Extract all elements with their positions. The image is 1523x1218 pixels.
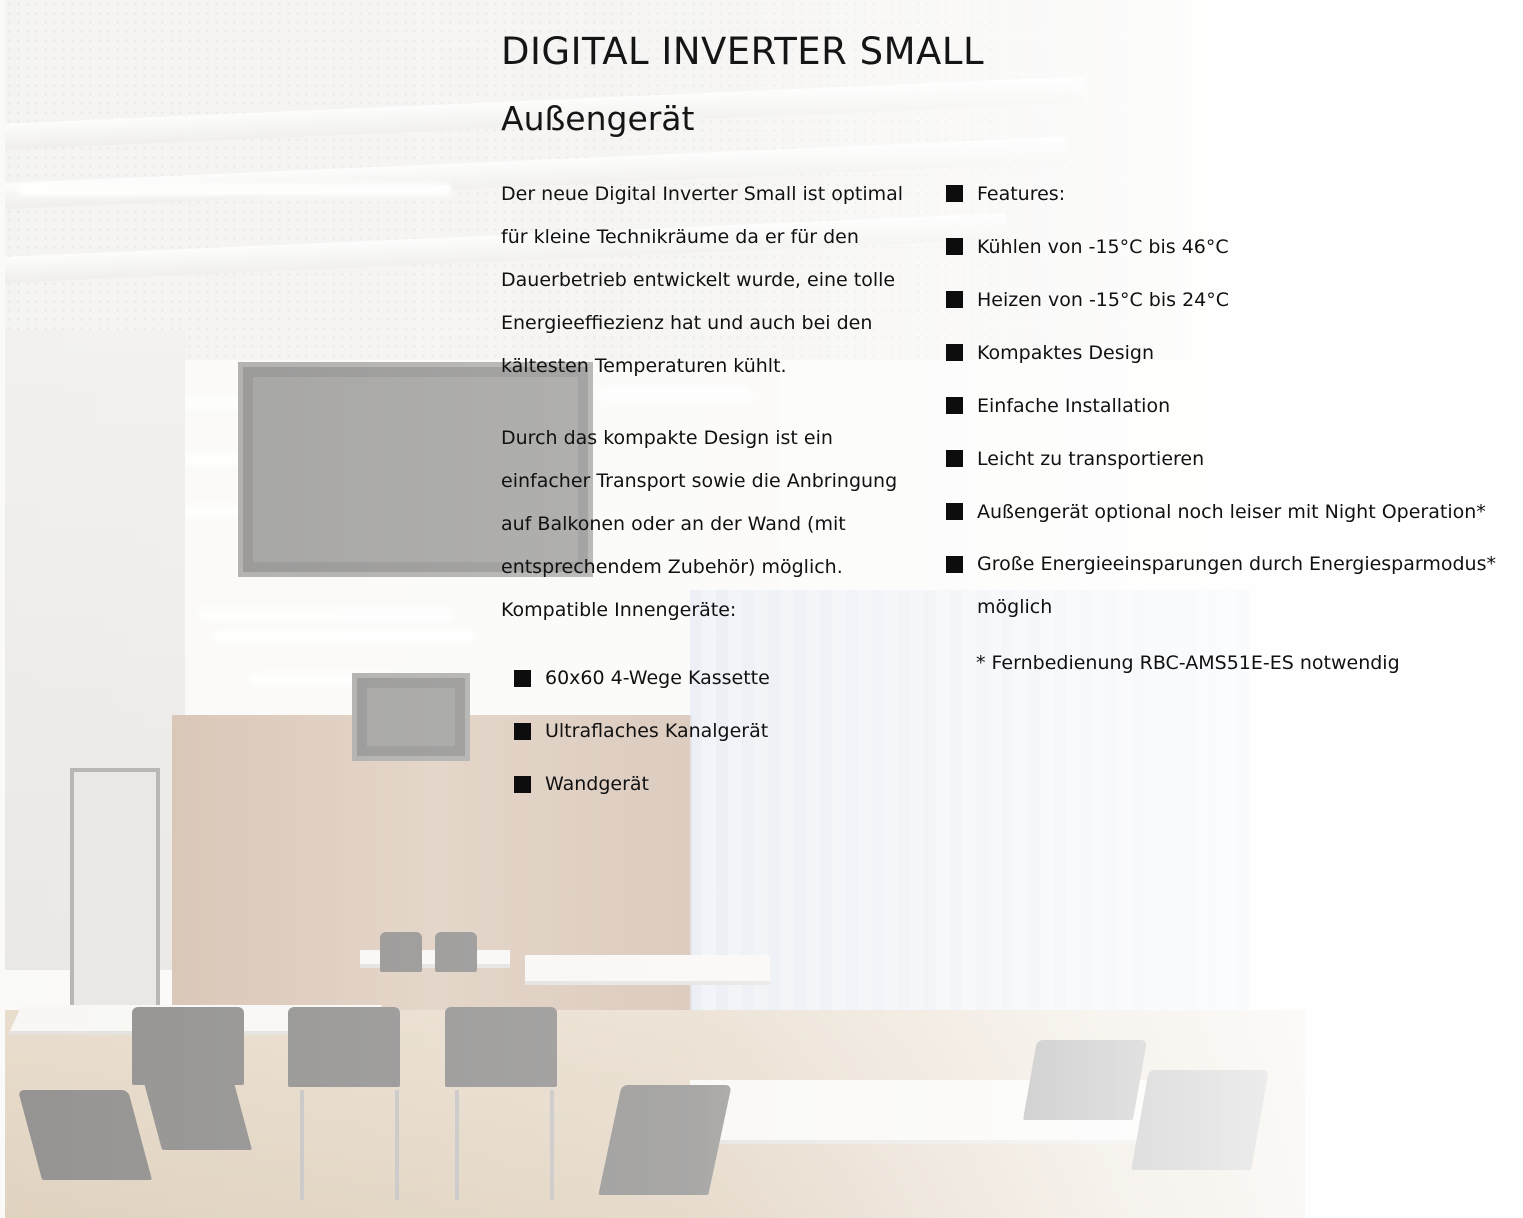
square-bullet-icon bbox=[946, 556, 963, 573]
compatible-units-label: Kompatible Innengeräte: bbox=[501, 599, 737, 621]
list-item: Große Energieeinsparungen durch Energies… bbox=[946, 543, 1506, 629]
paragraph-line: Dauerbetrieb entwickelt wurde, eine toll… bbox=[501, 269, 896, 291]
description-paragraph-2: Durch das kompakte Design ist ein einfac… bbox=[501, 417, 921, 589]
page-subtitle: Außengerät bbox=[501, 99, 695, 138]
paragraph-line: einfacher Transport sowie die Anbringung bbox=[501, 470, 898, 492]
square-bullet-icon bbox=[946, 291, 963, 308]
features-list: Features: Kühlen von -15°C bis 46°C Heiz… bbox=[946, 167, 1506, 629]
paragraph-line: entsprechendem Zubehör) möglich. bbox=[501, 556, 843, 578]
paragraph-line: kältesten Temperaturen kühlt. bbox=[501, 355, 787, 377]
footnote: * Fernbedienung RBC-AMS51E-ES notwendig bbox=[976, 652, 1400, 674]
square-bullet-icon bbox=[946, 344, 963, 361]
square-bullet-icon bbox=[946, 397, 963, 414]
paragraph-line: Durch das kompakte Design ist ein bbox=[501, 427, 833, 449]
square-bullet-icon bbox=[514, 723, 531, 740]
paragraph-line: auf Balkonen oder an der Wand (mit bbox=[501, 513, 846, 535]
page: DIGITAL INVERTER SMALL Außengerät Der ne… bbox=[0, 0, 1523, 1218]
square-bullet-icon bbox=[946, 450, 963, 467]
paragraph-line: Energieeffiezienz hat und auch bei den bbox=[501, 312, 873, 334]
list-item: Heizen von -15°C bis 24°C bbox=[946, 273, 1506, 326]
list-item: Einfache Installation bbox=[946, 379, 1506, 432]
features-heading: Features: bbox=[946, 167, 1506, 220]
square-bullet-icon bbox=[946, 238, 963, 255]
description-column: Der neue Digital Inverter Small ist opti… bbox=[501, 173, 921, 811]
content: DIGITAL INVERTER SMALL Außengerät Der ne… bbox=[0, 0, 1523, 1218]
compatible-units-list: 60x60 4-Wege Kassette Ultraflaches Kanal… bbox=[514, 652, 921, 811]
page-title: DIGITAL INVERTER SMALL bbox=[501, 30, 985, 73]
list-item: 60x60 4-Wege Kassette bbox=[514, 652, 921, 705]
paragraph-line: für kleine Technikräume da er für den bbox=[501, 226, 859, 248]
square-bullet-icon bbox=[514, 670, 531, 687]
list-item: Wandgerät bbox=[514, 758, 921, 811]
square-bullet-icon bbox=[514, 776, 531, 793]
list-item: Leicht zu transportieren bbox=[946, 432, 1506, 485]
paragraph-line: Der neue Digital Inverter Small ist opti… bbox=[501, 183, 904, 205]
list-item: Kompaktes Design bbox=[946, 326, 1506, 379]
list-item: Außengerät optional noch leiser mit Nigh… bbox=[946, 485, 1506, 538]
square-bullet-icon bbox=[946, 503, 963, 520]
list-item: Kühlen von -15°C bis 46°C bbox=[946, 220, 1506, 273]
square-bullet-icon bbox=[946, 185, 963, 202]
list-item: Ultraflaches Kanalgerät bbox=[514, 705, 921, 758]
description-paragraph-1: Der neue Digital Inverter Small ist opti… bbox=[501, 173, 921, 388]
